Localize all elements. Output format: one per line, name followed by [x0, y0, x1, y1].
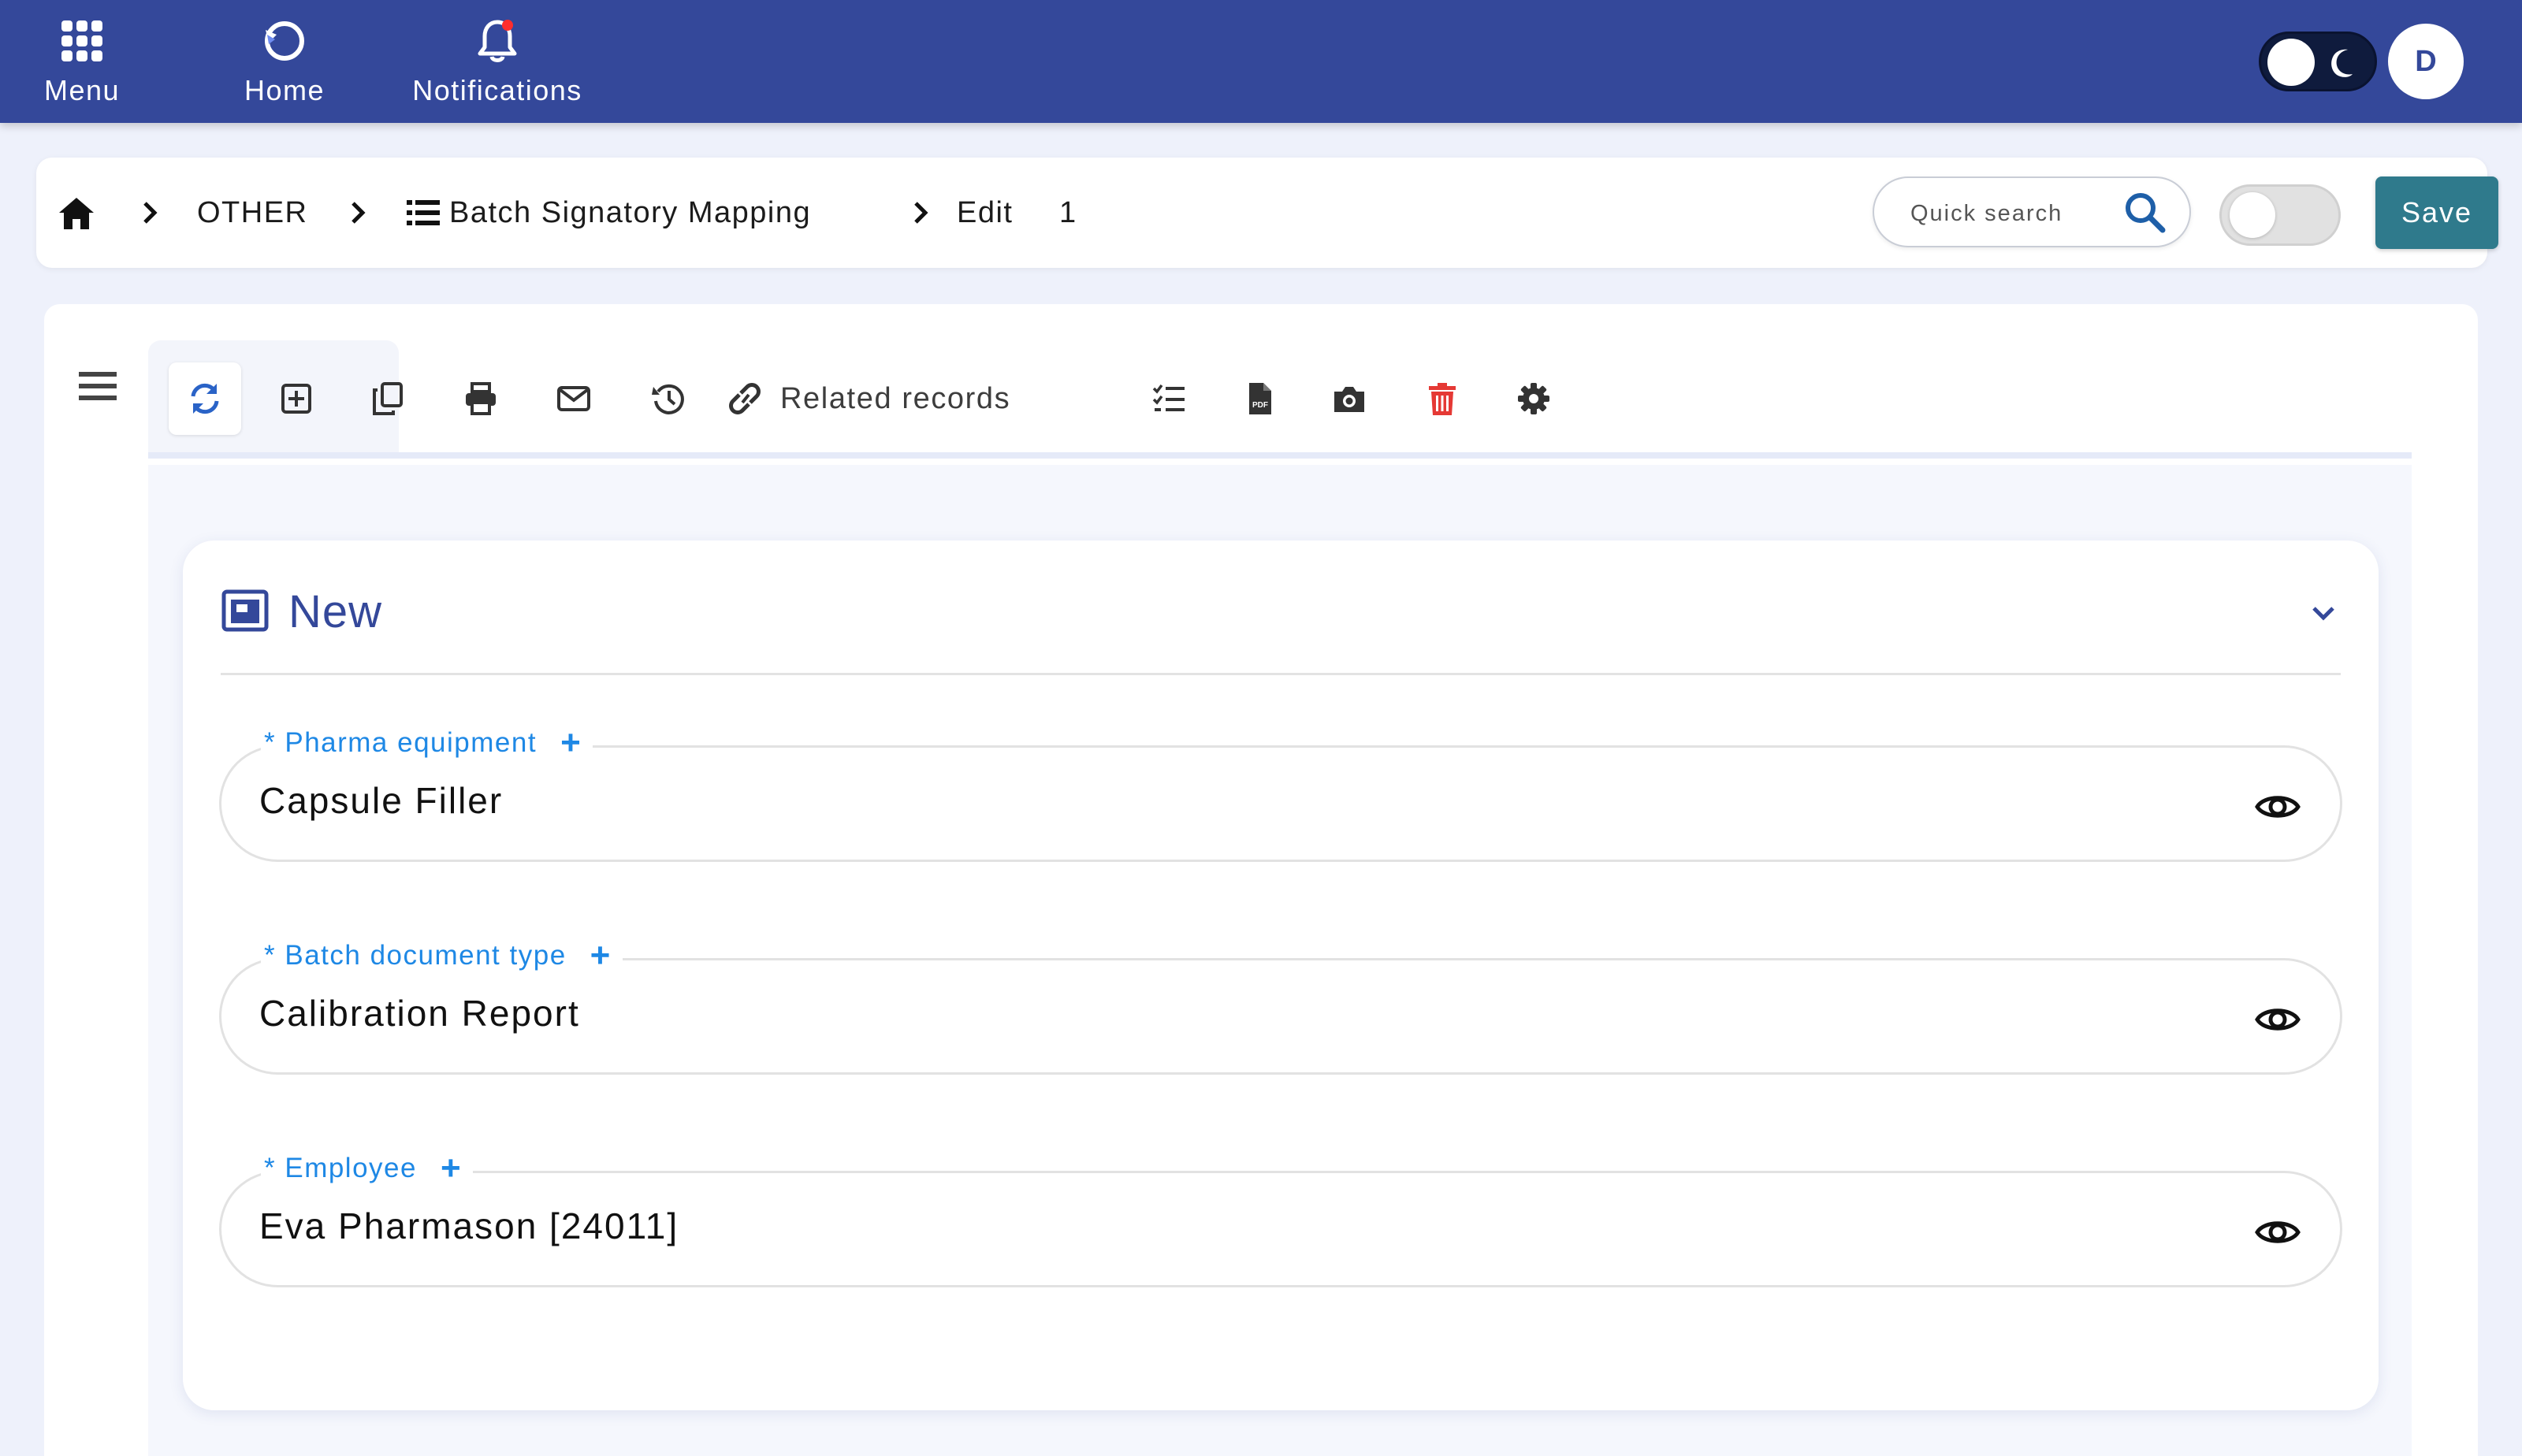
- settings-icon: [1518, 383, 1549, 414]
- chevron-down-icon[interactable]: [2308, 597, 2339, 629]
- camera-icon: [1334, 387, 1364, 412]
- delete-icon: [1429, 383, 1456, 415]
- search-icon[interactable]: [2122, 189, 2169, 236]
- quick-search-input[interactable]: [1910, 195, 2123, 232]
- employee-field[interactable]: * Employee + Eva Pharmason [24011]: [219, 1146, 2342, 1287]
- email-icon: [557, 386, 590, 411]
- theme-toggle-knob: [2267, 39, 2315, 86]
- home-refresh-icon: [265, 21, 304, 61]
- breadcrumb-bar: OTHER Batch Signatory Mapping Edit 1 Sav…: [36, 158, 2498, 268]
- batch-document-type-label-text: * Batch document type: [264, 940, 567, 971]
- quick-search[interactable]: [1873, 176, 2191, 247]
- card-divider: [221, 673, 2341, 675]
- bell-icon: [478, 20, 517, 62]
- screenshot-button[interactable]: [1313, 362, 1386, 435]
- breadcrumb-record-id: 1: [1059, 195, 1077, 229]
- notifications-label: Notifications: [412, 74, 582, 106]
- eye-icon[interactable]: [2255, 997, 2301, 1042]
- theme-toggle[interactable]: [2259, 32, 2377, 91]
- print-icon: [466, 382, 496, 415]
- refresh-icon: [191, 383, 219, 414]
- breadcrumb-section[interactable]: OTHER: [197, 158, 308, 268]
- moon-icon: [2331, 49, 2353, 77]
- home-label: Home: [244, 74, 325, 106]
- batch-document-type-label: * Batch document type +: [261, 934, 623, 978]
- chevron-right-icon: [352, 202, 366, 224]
- related-records-label: Related records: [780, 381, 1011, 415]
- add-pharma-equipment-button[interactable]: +: [560, 723, 582, 763]
- refresh-button[interactable]: [169, 362, 241, 435]
- settings-button[interactable]: [1497, 362, 1570, 435]
- eye-icon[interactable]: [2255, 784, 2301, 830]
- print-button[interactable]: [445, 362, 517, 435]
- user-avatar[interactable]: D: [2388, 24, 2464, 99]
- copy-button[interactable]: [352, 362, 424, 435]
- mode-toggle-knob: [2230, 192, 2275, 238]
- add-icon: [281, 384, 311, 414]
- add-record-button[interactable]: [260, 362, 333, 435]
- link-icon: [729, 383, 761, 414]
- grid-menu-icon: [61, 20, 102, 61]
- email-button[interactable]: [538, 362, 610, 435]
- breadcrumb-action: Edit: [957, 195, 1014, 229]
- delete-button[interactable]: [1406, 362, 1479, 435]
- chevron-right-icon: [914, 202, 928, 224]
- history-button[interactable]: [632, 362, 705, 435]
- mode-toggle[interactable]: [2219, 184, 2341, 246]
- card-title: New: [288, 585, 383, 637]
- related-records-button[interactable]: Related records: [727, 362, 1010, 435]
- copy-icon: [373, 382, 403, 415]
- add-employee-button[interactable]: +: [441, 1149, 462, 1188]
- svg-text:PDF: PDF: [1252, 401, 1268, 410]
- checklist-icon: [1152, 384, 1185, 411]
- sidebar-toggle-icon[interactable]: [76, 367, 120, 405]
- home-icon[interactable]: [57, 194, 96, 233]
- pharma-equipment-label-text: * Pharma equipment: [264, 727, 538, 758]
- top-navbar: Menu Home Notifications D: [0, 0, 2522, 123]
- checklist-button[interactable]: [1133, 362, 1206, 435]
- employee-value[interactable]: Eva Pharmason [24011]: [259, 1205, 679, 1247]
- breadcrumb-module[interactable]: Batch Signatory Mapping: [449, 158, 811, 268]
- notifications-button[interactable]: Notifications: [399, 13, 596, 110]
- menu-button[interactable]: Menu: [35, 13, 129, 110]
- pdf-icon: PDF: [1249, 383, 1271, 414]
- home-button[interactable]: Home: [233, 13, 336, 110]
- record-form-card: New * Pharma equipment + Capsule Filler …: [183, 540, 2379, 1410]
- pdf-button[interactable]: PDF: [1223, 362, 1296, 435]
- add-batch-document-type-button[interactable]: +: [590, 936, 612, 975]
- employee-label: * Employee +: [261, 1146, 474, 1190]
- batch-document-type-value[interactable]: Calibration Report: [259, 992, 580, 1034]
- form-window-icon: [221, 589, 269, 632]
- pharma-equipment-label: * Pharma equipment +: [261, 721, 593, 765]
- chevron-right-icon: [143, 202, 158, 224]
- employee-label-text: * Employee: [264, 1153, 417, 1183]
- card-header: New: [221, 580, 382, 643]
- pharma-equipment-value[interactable]: Capsule Filler: [259, 779, 503, 822]
- record-toolbar: Related records PDF: [148, 340, 2412, 459]
- menu-label: Menu: [43, 74, 121, 106]
- pharma-equipment-field[interactable]: * Pharma equipment + Capsule Filler: [219, 721, 2342, 862]
- save-button[interactable]: Save: [2375, 176, 2498, 249]
- list-icon: [407, 200, 440, 225]
- batch-document-type-field[interactable]: * Batch document type + Calibration Repo…: [219, 934, 2342, 1075]
- eye-icon[interactable]: [2255, 1209, 2301, 1255]
- history-icon: [652, 384, 684, 414]
